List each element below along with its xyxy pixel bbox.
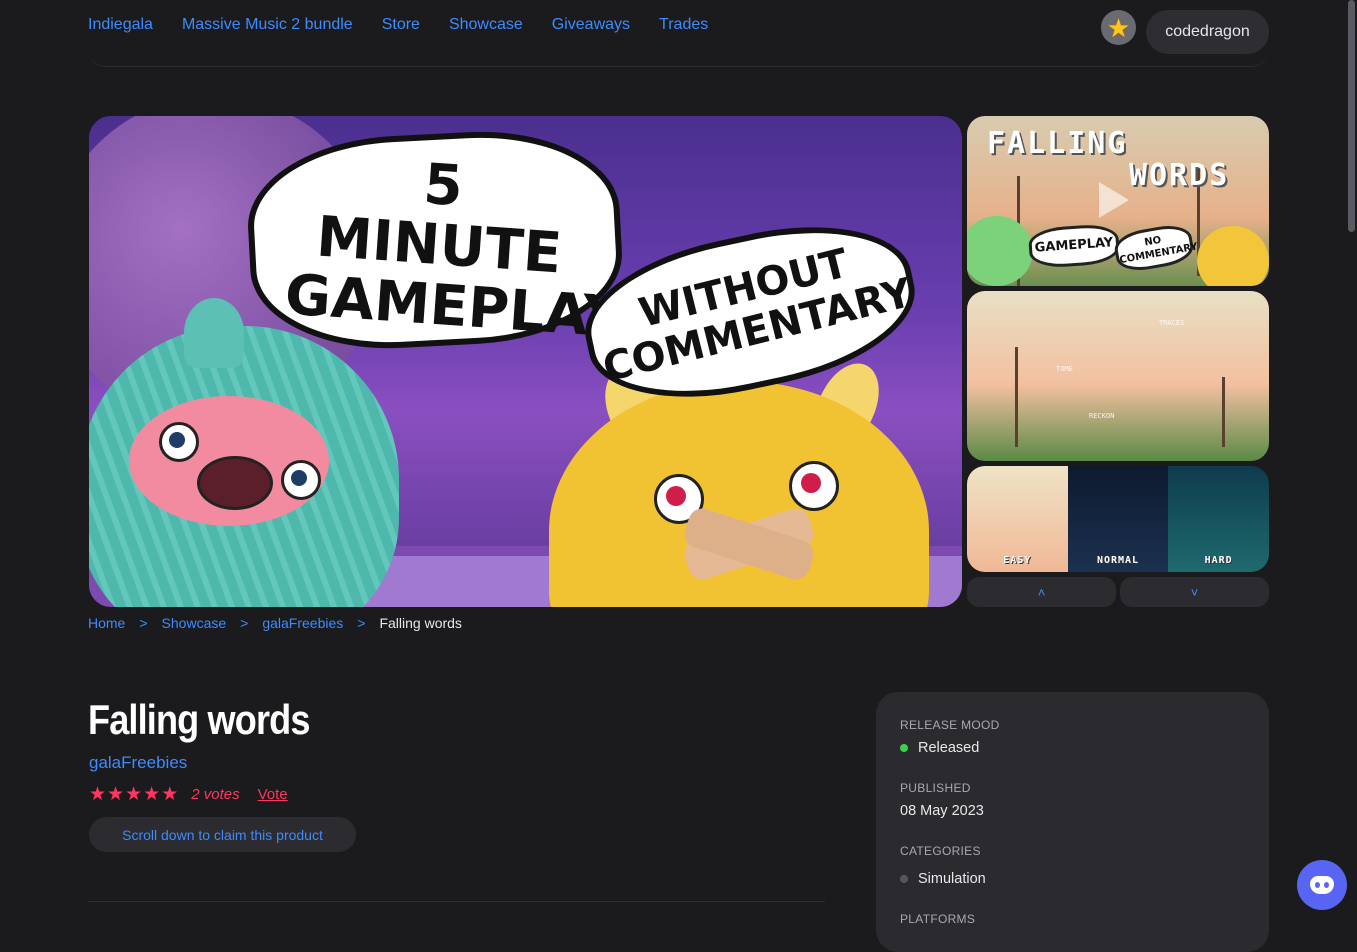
gallery-scroll-down-button[interactable]: ˅ xyxy=(1120,577,1269,607)
falling-word: TRACES xyxy=(1159,319,1185,327)
platforms-label: PLATFORMS xyxy=(900,912,976,926)
page-scrollbar[interactable] xyxy=(1348,0,1355,232)
difficulty-label: HARD xyxy=(1204,555,1233,566)
gallery-thumbnail-video[interactable]: FALLING WORDS GAMEPLAY NO COMMENTARY xyxy=(967,116,1269,286)
yellow-monster-illustration xyxy=(1197,226,1269,286)
star-icon: ★ xyxy=(1106,12,1131,43)
publisher-link[interactable]: galaFreebies xyxy=(89,753,187,773)
hero-video-image[interactable]: 5 MINUTE GAMEPLAY WITHOUT COMMENTARY xyxy=(89,116,962,607)
top-navigation: Indiegala Massive Music 2 bundle Store S… xyxy=(88,0,1269,67)
chevron-down-icon: ˅ xyxy=(1190,584,1199,600)
chevron-up-icon: ˄ xyxy=(1037,584,1046,600)
breadcrumb-separator: > xyxy=(240,615,249,631)
thumbnail-title-bottom: WORDS xyxy=(1129,158,1230,193)
nav-link-showcase[interactable]: Showcase xyxy=(449,16,523,34)
thumbnail-title-top: FALLING xyxy=(987,126,1128,161)
status-dot-icon xyxy=(900,744,908,753)
breadcrumb-separator: > xyxy=(139,615,148,631)
difficulty-panel-normal: NORMAL xyxy=(1067,466,1169,572)
falling-word: RECKON xyxy=(1089,412,1115,420)
play-icon xyxy=(1099,182,1129,218)
gallery-thumbnail-screenshot-1[interactable]: TRACES TOME RECKON xyxy=(967,291,1269,461)
rating-star-icon: ★ xyxy=(89,784,107,805)
difficulty-panel-hard: HARD xyxy=(1168,466,1269,572)
breadcrumb-current: Falling words xyxy=(379,615,462,631)
release-mood-text: Released xyxy=(918,740,980,756)
discord-button[interactable] xyxy=(1297,860,1347,910)
tree-illustration xyxy=(1015,347,1018,447)
rating-star-icon: ★ xyxy=(125,784,143,805)
nav-link-indiegala[interactable]: Indiegala xyxy=(88,16,153,34)
rating-star-icon: ★ xyxy=(107,784,125,805)
release-mood-value: Released xyxy=(900,740,979,756)
thumbnail-bubble-gameplay: GAMEPLAY xyxy=(1027,222,1121,270)
green-monster-illustration xyxy=(967,216,1033,286)
difficulty-label: NORMAL xyxy=(1096,555,1140,566)
teal-monster-mouth xyxy=(197,456,273,510)
teal-monster-ear xyxy=(184,298,244,368)
category-item[interactable]: Simulation xyxy=(900,871,986,887)
gallery-thumbnail-screenshot-2[interactable]: EASY NORMAL HARD xyxy=(967,466,1269,572)
tree-illustration xyxy=(1222,377,1225,447)
yellow-monster-eye xyxy=(789,461,839,511)
product-info-panel: RELEASE MOOD Released PUBLISHED 08 May 2… xyxy=(876,692,1269,952)
speech-bubble-main-text: 5 MINUTE GAMEPLAY xyxy=(282,151,626,351)
breadcrumb-publisher[interactable]: galaFreebies xyxy=(262,615,343,631)
section-divider xyxy=(88,901,825,902)
breadcrumb: Home > Showcase > galaFreebies > Falling… xyxy=(88,615,462,631)
published-label: PUBLISHED xyxy=(900,781,971,795)
difficulty-panel-easy: EASY xyxy=(967,466,1068,572)
nav-link-massive-music-bundle[interactable]: Massive Music 2 bundle xyxy=(182,16,353,34)
avatar[interactable]: ★ xyxy=(1101,10,1136,45)
nav-link-trades[interactable]: Trades xyxy=(659,16,708,34)
breadcrumb-home[interactable]: Home xyxy=(88,615,125,631)
gallery-scroll-up-button[interactable]: ˄ xyxy=(967,577,1116,607)
difficulty-label: EASY xyxy=(1003,555,1032,566)
rating: ★ ★ ★ ★ ★ 2 votes Vote xyxy=(89,783,288,806)
bullet-icon xyxy=(900,875,908,884)
thumbnail-bubble-no-commentary: NO COMMENTARY xyxy=(1112,221,1199,275)
rating-star-icon: ★ xyxy=(143,784,161,805)
nav-link-store[interactable]: Store xyxy=(382,16,420,34)
published-value: 08 May 2023 xyxy=(900,803,984,819)
nav-link-giveaways[interactable]: Giveaways xyxy=(552,16,630,34)
teal-monster-eye xyxy=(281,460,321,500)
rating-star-icon: ★ xyxy=(161,784,179,805)
discord-icon xyxy=(1310,876,1334,894)
breadcrumb-separator: > xyxy=(357,615,366,631)
breadcrumb-showcase[interactable]: Showcase xyxy=(162,615,227,631)
page-title: Falling words xyxy=(88,696,310,743)
nav-links: Indiegala Massive Music 2 bundle Store S… xyxy=(88,16,737,34)
falling-word: TOME xyxy=(1056,365,1073,373)
user-menu-button[interactable]: codedragon xyxy=(1146,10,1269,54)
vote-link[interactable]: Vote xyxy=(258,786,288,803)
categories-label: CATEGORIES xyxy=(900,844,981,858)
vote-count: 2 votes xyxy=(191,786,240,803)
release-mood-label: RELEASE MOOD xyxy=(900,718,1000,732)
category-name: Simulation xyxy=(918,871,986,887)
teal-monster-eye xyxy=(159,422,199,462)
scroll-to-claim-button[interactable]: Scroll down to claim this product xyxy=(89,817,356,852)
